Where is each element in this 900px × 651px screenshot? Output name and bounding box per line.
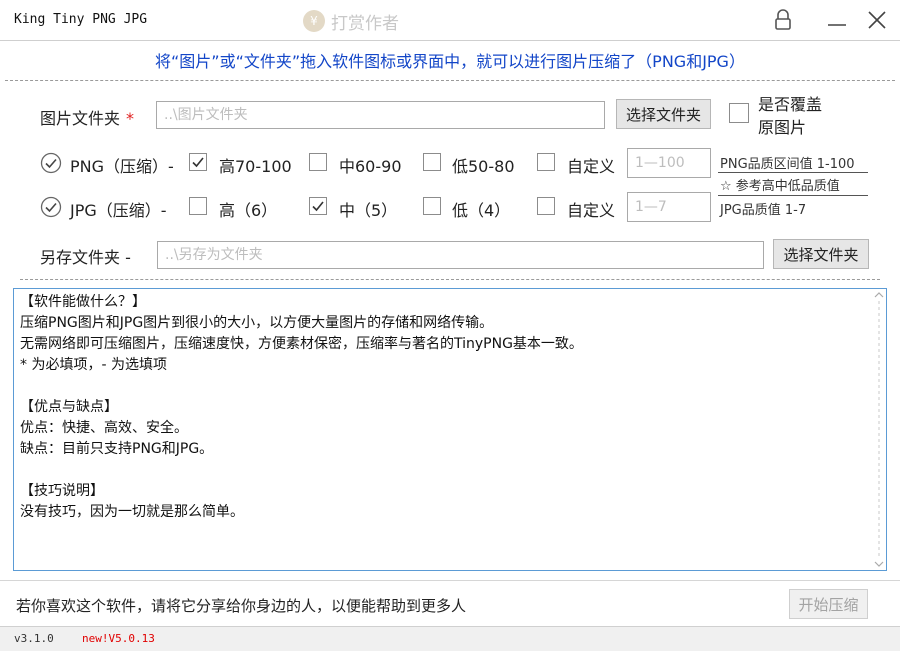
output-folder-input[interactable]: ..\另存为文件夹: [157, 241, 764, 269]
png-high-label: 高70-100: [219, 157, 292, 176]
png-custom-input[interactable]: 1—100: [627, 148, 711, 178]
info-line: 【优点与缺点】: [20, 399, 118, 415]
jpg-label: JPG（压缩）-: [70, 201, 167, 220]
divider: [5, 80, 895, 81]
source-folder-label-group: 图片文件夹 *: [40, 105, 134, 129]
jpg-high-checkbox[interactable]: [189, 197, 207, 215]
output-folder-label: 另存文件夹 -: [40, 248, 131, 267]
hint-divider: [718, 172, 868, 173]
info-line: * 为必填项，- 为选填项: [20, 357, 167, 373]
close-icon[interactable]: [864, 8, 890, 32]
jpg-medium-label: 中（5）: [339, 201, 398, 220]
donate-button[interactable]: ¥ 打赏作者: [303, 9, 399, 34]
png-range-hint: PNG品质区间值 1-100: [720, 157, 855, 172]
jpg-custom-label: 自定义: [567, 201, 616, 220]
start-compress-button[interactable]: 开始压缩: [789, 589, 868, 619]
jpg-low-checkbox[interactable]: [423, 197, 441, 215]
select-output-folder-button[interactable]: 选择文件夹: [773, 239, 869, 269]
png-enabled-toggle[interactable]: [40, 152, 62, 178]
lock-icon[interactable]: [770, 8, 796, 32]
info-line: 无需网络即可压缩图片，压缩速度快，方便素材保密，压缩率与著名的TinyPNG基本…: [20, 336, 583, 352]
jpg-low-label: 低（4）: [452, 201, 511, 220]
jpg-custom-checkbox[interactable]: [537, 197, 555, 215]
source-folder-input[interactable]: ..\图片文件夹: [156, 101, 605, 129]
info-line: [20, 376, 583, 397]
version-label: v3.1.0: [14, 632, 54, 645]
textarea-scrollbar[interactable]: [872, 289, 886, 570]
info-text: 【软件能做什么？】压缩PNG图片和JPG图片到很小的大小，以方便大量图片的存储和…: [20, 292, 583, 523]
reference-hint: ☆ 参考高中低品质值: [720, 179, 840, 194]
info-line: 缺点：目前只支持PNG和JPG。: [20, 441, 214, 457]
info-line: 【技巧说明】: [20, 483, 104, 499]
png-low-checkbox[interactable]: [423, 153, 441, 171]
hint-divider: [718, 195, 868, 196]
info-line: 【软件能做什么？】: [20, 294, 146, 310]
overwrite-label: 是否覆盖 原图片: [758, 93, 822, 139]
jpg-enabled-toggle[interactable]: [40, 196, 62, 222]
info-textarea[interactable]: 【软件能做什么？】压缩PNG图片和JPG图片到很小的大小，以方便大量图片的存储和…: [13, 288, 887, 571]
info-line: 没有技巧，因为一切就是那么简单。: [20, 504, 244, 520]
overwrite-label-line1: 是否覆盖: [758, 95, 823, 114]
overwrite-label-line2: 原图片: [758, 118, 807, 137]
info-line: 压缩PNG图片和JPG图片到很小的大小，以方便大量图片的存储和网络传输。: [20, 315, 494, 331]
jpg-medium-checkbox[interactable]: [309, 197, 327, 215]
donate-label: 打赏作者: [331, 13, 399, 34]
png-medium-label: 中60-90: [339, 157, 402, 176]
png-high-checkbox[interactable]: [189, 153, 207, 171]
overwrite-checkbox[interactable]: [729, 103, 749, 123]
drag-hint-banner: 将“图片”或“文件夹”拖入软件图标或界面中，就可以进行图片压缩了（PNG和JPG…: [155, 52, 745, 71]
coin-icon: ¥: [303, 10, 325, 32]
png-medium-checkbox[interactable]: [309, 153, 327, 171]
png-label: PNG（压缩）-: [70, 157, 174, 176]
footer-divider: [0, 580, 900, 581]
jpg-high-label: 高（6）: [219, 201, 278, 220]
window-title: King Tiny PNG JPG: [14, 12, 148, 27]
new-version-link[interactable]: new!V5.0.13: [82, 632, 155, 645]
jpg-value-hint: JPG品质值 1-7: [720, 203, 807, 218]
share-text: 若你喜欢这个软件，请将它分享给你身边的人，以便能帮助到更多人: [16, 597, 467, 615]
png-custom-label: 自定义: [567, 157, 616, 176]
divider: [20, 279, 880, 280]
png-low-label: 低50-80: [452, 157, 515, 176]
required-mark: *: [126, 109, 135, 128]
source-folder-label: 图片文件夹: [40, 109, 121, 128]
png-custom-checkbox[interactable]: [537, 153, 555, 171]
info-line: [20, 460, 583, 481]
jpg-custom-input[interactable]: 1—7: [627, 192, 711, 222]
minimize-icon[interactable]: [824, 8, 850, 32]
select-source-folder-button[interactable]: 选择文件夹: [616, 99, 711, 129]
info-line: 优点：快捷、高效、安全。: [20, 420, 188, 436]
